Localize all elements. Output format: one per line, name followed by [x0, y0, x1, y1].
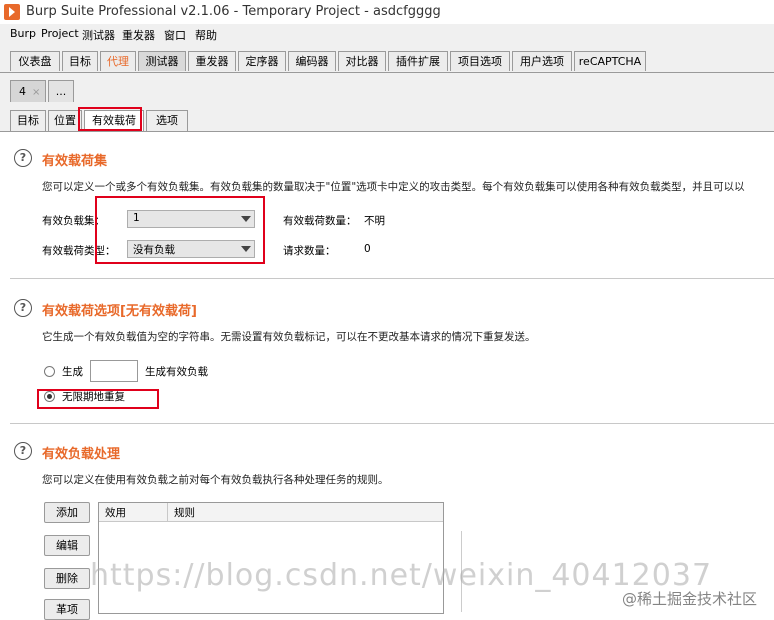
tab-project-options[interactable]: 项目选项 — [450, 51, 510, 71]
title-bar: Burp Suite Professional v2.1.06 - Tempor… — [0, 0, 774, 24]
tab-user-options[interactable]: 用户选项 — [512, 51, 572, 71]
tab-decoder[interactable]: 编码器 — [288, 51, 336, 71]
watermark-site: @稀土掘金技术社区 — [622, 590, 758, 608]
burp-logo-icon — [4, 4, 20, 20]
menu-repeater[interactable]: 重发器 — [122, 27, 155, 43]
section-title-payload-options: 有效载荷选项[无有效载荷] — [42, 304, 197, 319]
tab-intruder[interactable]: 测试器 — [138, 51, 186, 71]
help-icon[interactable]: ? — [14, 442, 32, 460]
attack-tab-label: 4 — [19, 85, 26, 98]
tab-proxy[interactable]: 代理 — [100, 51, 136, 71]
annotation-box-payloads-tab — [78, 107, 142, 131]
section-title-payload-sets: 有效载荷集 — [42, 154, 108, 169]
attack-tab-row: 4 × ... — [0, 73, 774, 104]
generate-label: 生成 — [62, 366, 83, 378]
tab-attack-4[interactable]: 4 × — [10, 80, 46, 102]
help-icon[interactable]: ? — [14, 299, 32, 317]
annotation-box-infinite — [37, 389, 159, 409]
payload-count-label: 有效载荷数量： — [283, 215, 357, 227]
column-header-enabled[interactable]: 效用 — [105, 505, 126, 520]
payload-processing-description: 您可以定义在使用有效负载之前对每个有效负载执行各种处理任务的规则。 — [42, 474, 389, 486]
section-divider — [10, 278, 774, 279]
annotation-box-selects — [95, 196, 265, 264]
tab-sequencer[interactable]: 定序器 — [238, 51, 286, 71]
tab-new-attack[interactable]: ... — [48, 80, 74, 102]
payload-sets-description: 您可以定义一个或多个有效负载集。有效负载集的数量取决于"位置"选项卡中定义的攻击… — [42, 181, 745, 193]
payload-options-description: 它生成一个有效负载值为空的字符串。无需设置有效负载标记，可以在不更改基本请求的情… — [42, 331, 536, 343]
window-title: Burp Suite Professional v2.1.06 - Tempor… — [26, 4, 441, 19]
tab-comparer[interactable]: 对比器 — [338, 51, 386, 71]
generate-suffix-label: 生成有效负载 — [145, 366, 208, 378]
tab-repeater[interactable]: 重发器 — [188, 51, 236, 71]
tab-recaptcha[interactable]: reCAPTCHA — [574, 51, 646, 71]
main-tab-row: 仪表盘 目标 代理 测试器 重发器 定序器 编码器 对比器 插件扩展 项目选项 … — [0, 44, 774, 73]
watermark-url: https://blog.csdn.net/weixin_40412037 — [90, 558, 713, 593]
generate-count-input[interactable] — [90, 360, 138, 382]
column-header-rule[interactable]: 规则 — [174, 505, 195, 520]
close-icon[interactable]: × — [32, 87, 40, 98]
menu-help[interactable]: 帮助 — [195, 27, 217, 43]
subtab-positions[interactable]: 位置 — [48, 110, 82, 131]
edit-rule-button[interactable]: 编辑 — [44, 535, 90, 556]
menu-intruder[interactable]: 测试器 — [82, 27, 115, 43]
subtab-options[interactable]: 选项 — [146, 110, 188, 131]
section-divider — [10, 423, 774, 424]
menu-burp[interactable]: Burp — [10, 27, 36, 40]
menu-window[interactable]: 窗口 — [164, 27, 186, 43]
add-rule-button[interactable]: 添加 — [44, 502, 90, 523]
up-rule-button[interactable]: 革项 — [44, 599, 90, 620]
generate-radio[interactable] — [44, 366, 55, 377]
subtab-target[interactable]: 目标 — [10, 110, 46, 131]
payload-count-value: 不明 — [364, 215, 385, 227]
remove-rule-button[interactable]: 删除 — [44, 568, 90, 589]
payloads-panel: ? 有效载荷集 您可以定义一个或多个有效负载集。有效负载集的数量取决于"位置"选… — [0, 138, 774, 620]
request-count-label: 请求数量： — [283, 245, 336, 257]
menu-bar: Burp Project 测试器 重发器 窗口 帮助 — [0, 24, 774, 44]
help-icon[interactable]: ? — [14, 149, 32, 167]
table-header: 效用 规则 — [99, 503, 443, 522]
request-count-value: 0 — [364, 243, 371, 255]
menu-project[interactable]: Project — [41, 27, 79, 40]
section-title-payload-processing: 有效负载处理 — [42, 447, 121, 462]
tab-target[interactable]: 目标 — [62, 51, 98, 71]
tab-extender[interactable]: 插件扩展 — [388, 51, 448, 71]
tab-dashboard[interactable]: 仪表盘 — [10, 51, 60, 71]
column-separator — [167, 503, 168, 521]
